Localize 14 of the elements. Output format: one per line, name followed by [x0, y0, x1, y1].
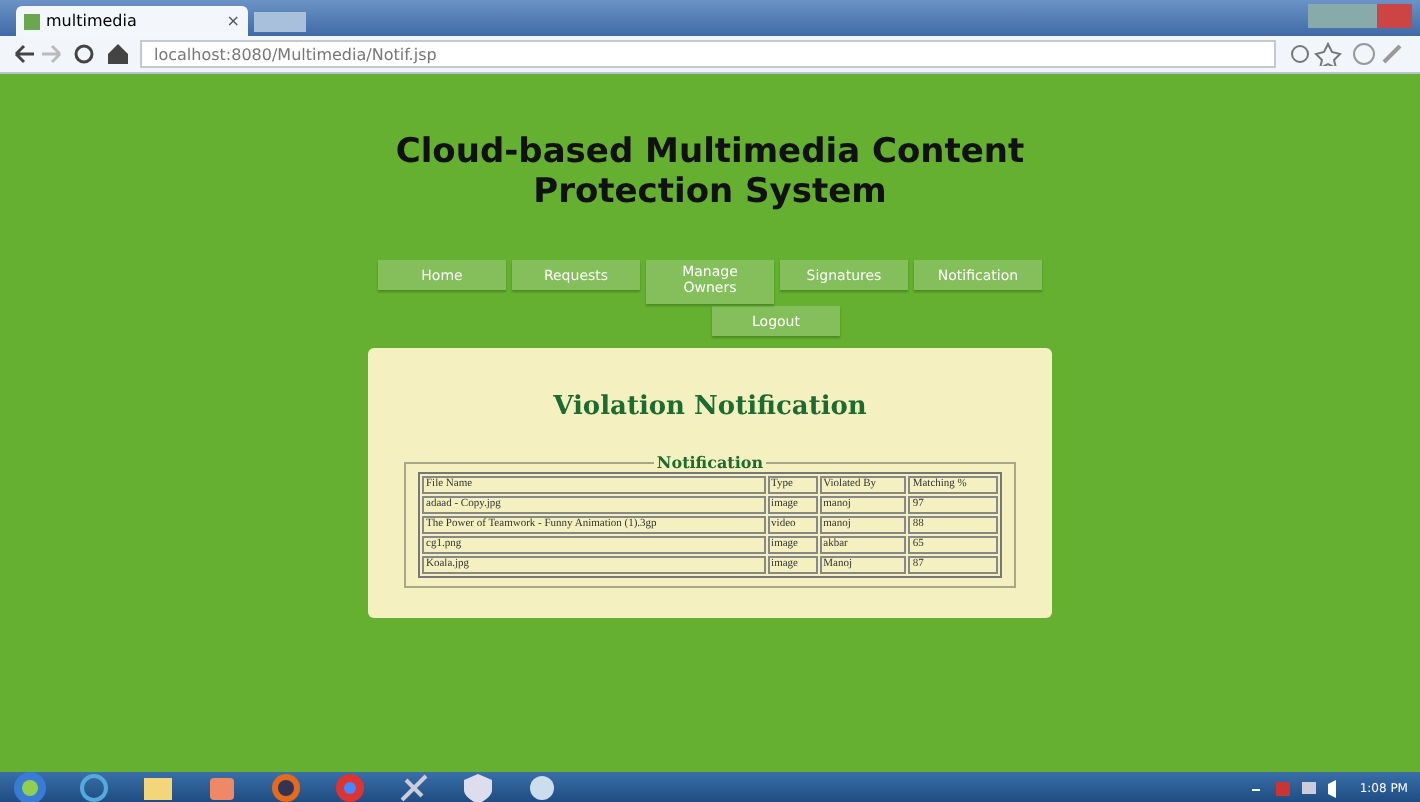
start-orb-icon[interactable]	[12, 772, 48, 802]
folder-icon[interactable]	[140, 772, 176, 802]
close-tab-button[interactable]: ×	[226, 12, 240, 30]
address-bar[interactable]: localhost:8080/Multimedia/Notif.jsp	[140, 40, 1276, 68]
shield-icon[interactable]	[460, 772, 496, 802]
navigation-icons[interactable]	[12, 42, 128, 66]
tab-title: multimedia	[46, 12, 137, 30]
site-title: Cloud-based Multimedia Content Protection System	[393, 132, 1027, 212]
browser-tab[interactable]: multimedia ×	[16, 6, 248, 36]
page-heading: Violation Notification	[553, 392, 867, 422]
page-icon	[24, 13, 40, 29]
browser-icon[interactable]	[332, 772, 368, 802]
browser-icon[interactable]	[268, 772, 304, 802]
fieldset-legend: Notification	[654, 452, 766, 472]
